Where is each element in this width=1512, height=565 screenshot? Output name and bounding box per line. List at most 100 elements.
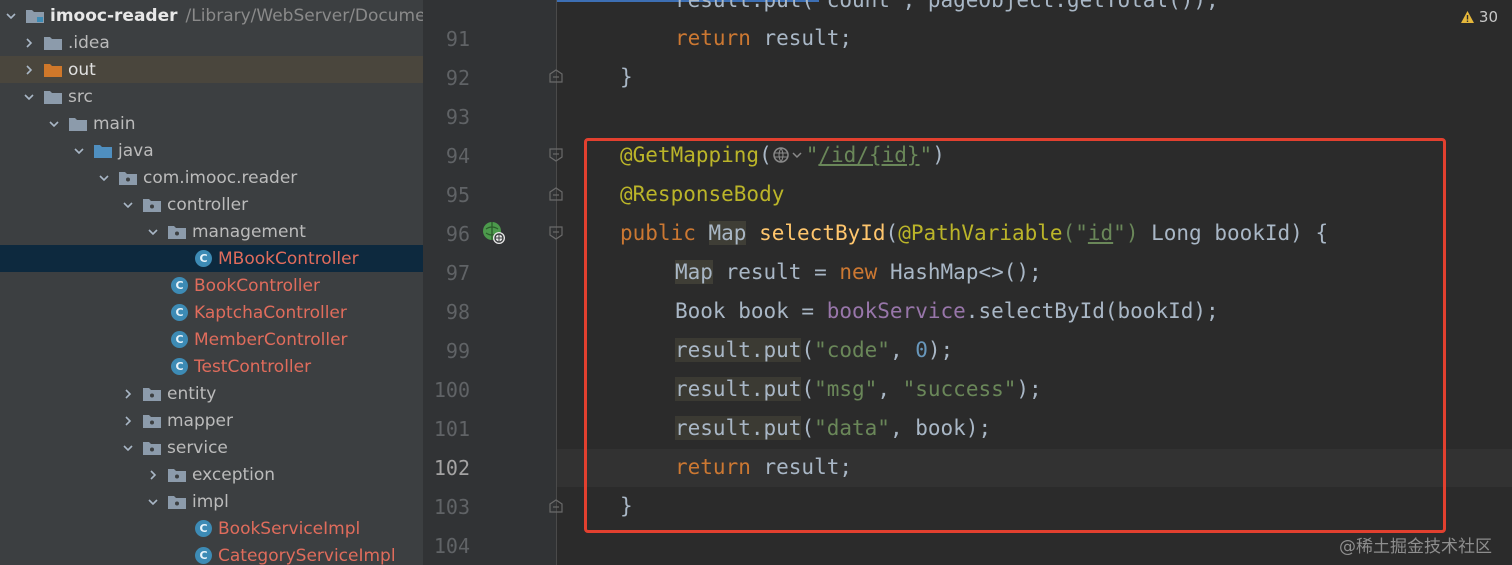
tree-item-label: BookServiceImpl — [218, 518, 361, 539]
class-icon: C — [171, 277, 188, 294]
chevron-down-icon[interactable] — [47, 117, 61, 131]
fold-start-icon[interactable] — [549, 226, 563, 240]
line-number: 92 — [445, 66, 470, 90]
tree-item-label: .idea — [68, 32, 110, 53]
chevron-right-icon[interactable] — [146, 468, 160, 482]
tree-item-controller[interactable]: controller — [0, 191, 423, 218]
web-endpoint-gutter-icon[interactable] — [482, 221, 506, 245]
watermark: @稀土掘金技术社区 — [1339, 537, 1492, 557]
tree-item-idea[interactable]: .idea — [0, 29, 423, 56]
gutter-divider — [556, 0, 557, 565]
tree-item-label: out — [68, 59, 96, 80]
folder-icon — [44, 90, 62, 104]
tree-item-bookcontroller[interactable]: C BookController — [0, 272, 423, 299]
tree-item-java[interactable]: java — [0, 137, 423, 164]
line-number: 91 — [445, 27, 470, 51]
fold-start-icon[interactable] — [549, 148, 563, 162]
module-folder-icon — [26, 9, 44, 23]
tree-item-management[interactable]: management — [0, 218, 423, 245]
project-tree-panel: imooc-reader /Library/WebServer/Document… — [0, 0, 423, 565]
chevron-right-icon[interactable] — [22, 36, 36, 50]
fold-end-icon[interactable] — [549, 187, 563, 201]
tree-item-label: src — [68, 86, 93, 107]
line-number: 99 — [445, 339, 470, 363]
tree-item-label: CategoryServiceImpl — [218, 545, 396, 565]
tree-item-label: KaptchaController — [194, 302, 347, 323]
line-number: 100 — [433, 378, 470, 402]
warning-icon — [1460, 11, 1474, 23]
class-icon: C — [195, 520, 212, 537]
tree-item-impl[interactable]: impl — [0, 488, 423, 515]
package-icon — [143, 414, 161, 428]
chevron-down-icon[interactable] — [97, 171, 111, 185]
chevron-right-icon[interactable] — [22, 63, 36, 77]
chevron-right-icon[interactable] — [121, 414, 135, 428]
tree-item-src[interactable]: src — [0, 83, 423, 110]
chevron-down-icon[interactable] — [121, 441, 135, 455]
tree-item-label: mapper — [167, 410, 234, 431]
tree-item-label: service — [167, 437, 228, 458]
class-icon: C — [171, 331, 188, 348]
tree-item-out[interactable]: out — [0, 56, 423, 83]
line-number: 103 — [433, 495, 470, 519]
line-number: 101 — [433, 417, 470, 441]
line-number-current: 102 — [433, 456, 470, 480]
tree-item-label: exception — [192, 464, 276, 485]
class-icon: C — [171, 304, 188, 321]
chevron-right-icon[interactable] — [121, 387, 135, 401]
tree-item-kaptchacontroller[interactable]: C KaptchaController — [0, 299, 423, 326]
tree-item-label: management — [192, 221, 306, 242]
tree-item-label: com.imooc.reader — [143, 167, 298, 188]
package-icon — [143, 387, 161, 401]
code-token: return — [675, 26, 751, 50]
highlight-box — [584, 138, 1446, 533]
line-number: 97 — [445, 261, 470, 285]
tree-item-testcontroller[interactable]: C TestController — [0, 353, 423, 380]
line-number: 94 — [445, 144, 470, 168]
tree-item-bookserviceimpl[interactable]: C BookServiceImpl — [0, 515, 423, 542]
tree-item-label: entity — [167, 383, 217, 404]
tree-item-label: main — [93, 113, 136, 134]
package-icon — [168, 495, 186, 509]
tree-item-mapper[interactable]: mapper — [0, 407, 423, 434]
tree-item-label: impl — [192, 491, 229, 512]
package-icon — [168, 225, 186, 239]
tree-item-exception[interactable]: exception — [0, 461, 423, 488]
folder-icon — [44, 36, 62, 50]
warnings-count: 30 — [1478, 8, 1498, 26]
tree-item-com-imooc-reader[interactable]: com.imooc.reader — [0, 164, 423, 191]
chevron-down-icon[interactable] — [22, 90, 36, 104]
source-folder-icon — [94, 144, 112, 158]
tree-item-label: MBookController — [218, 248, 359, 269]
project-root-path: /Library/WebServer/Document — [185, 5, 424, 26]
package-icon — [143, 441, 161, 455]
line-number: 95 — [445, 183, 470, 207]
code-line-partial: result.put("count", pageObject.getTotal(… — [675, 0, 1219, 12]
class-icon: C — [195, 547, 212, 564]
tree-item-mbookcontroller[interactable]: C MBookController — [0, 245, 423, 272]
tree-item-membercontroller[interactable]: C MemberController — [0, 326, 423, 353]
fold-end-icon[interactable] — [549, 69, 563, 83]
chevron-down-icon[interactable] — [146, 495, 160, 509]
tree-item-label: TestController — [194, 356, 312, 377]
tree-item-entity[interactable]: entity — [0, 380, 423, 407]
inspection-warnings[interactable]: 30 — [1460, 8, 1498, 26]
code-line-92: } — [620, 65, 633, 89]
line-number: 96 — [445, 222, 470, 246]
class-icon: C — [195, 250, 212, 267]
package-icon — [168, 468, 186, 482]
folder-orange-icon — [44, 63, 62, 77]
project-root-name: imooc-reader — [50, 5, 178, 26]
code-token: result; — [750, 26, 853, 50]
chevron-down-icon[interactable] — [72, 144, 86, 158]
tree-item-service[interactable]: service — [0, 434, 423, 461]
chevron-down-icon[interactable] — [146, 225, 160, 239]
line-number: 104 — [433, 534, 470, 558]
chevron-down-icon[interactable] — [4, 9, 18, 23]
line-number: 98 — [445, 300, 470, 324]
tree-item-main[interactable]: main — [0, 110, 423, 137]
chevron-down-icon[interactable] — [121, 198, 135, 212]
tree-item-root[interactable]: imooc-reader /Library/WebServer/Document — [0, 2, 423, 29]
tree-item-categoryserviceimpl[interactable]: C CategoryServiceImpl — [0, 542, 423, 565]
fold-end-icon[interactable] — [549, 499, 563, 513]
